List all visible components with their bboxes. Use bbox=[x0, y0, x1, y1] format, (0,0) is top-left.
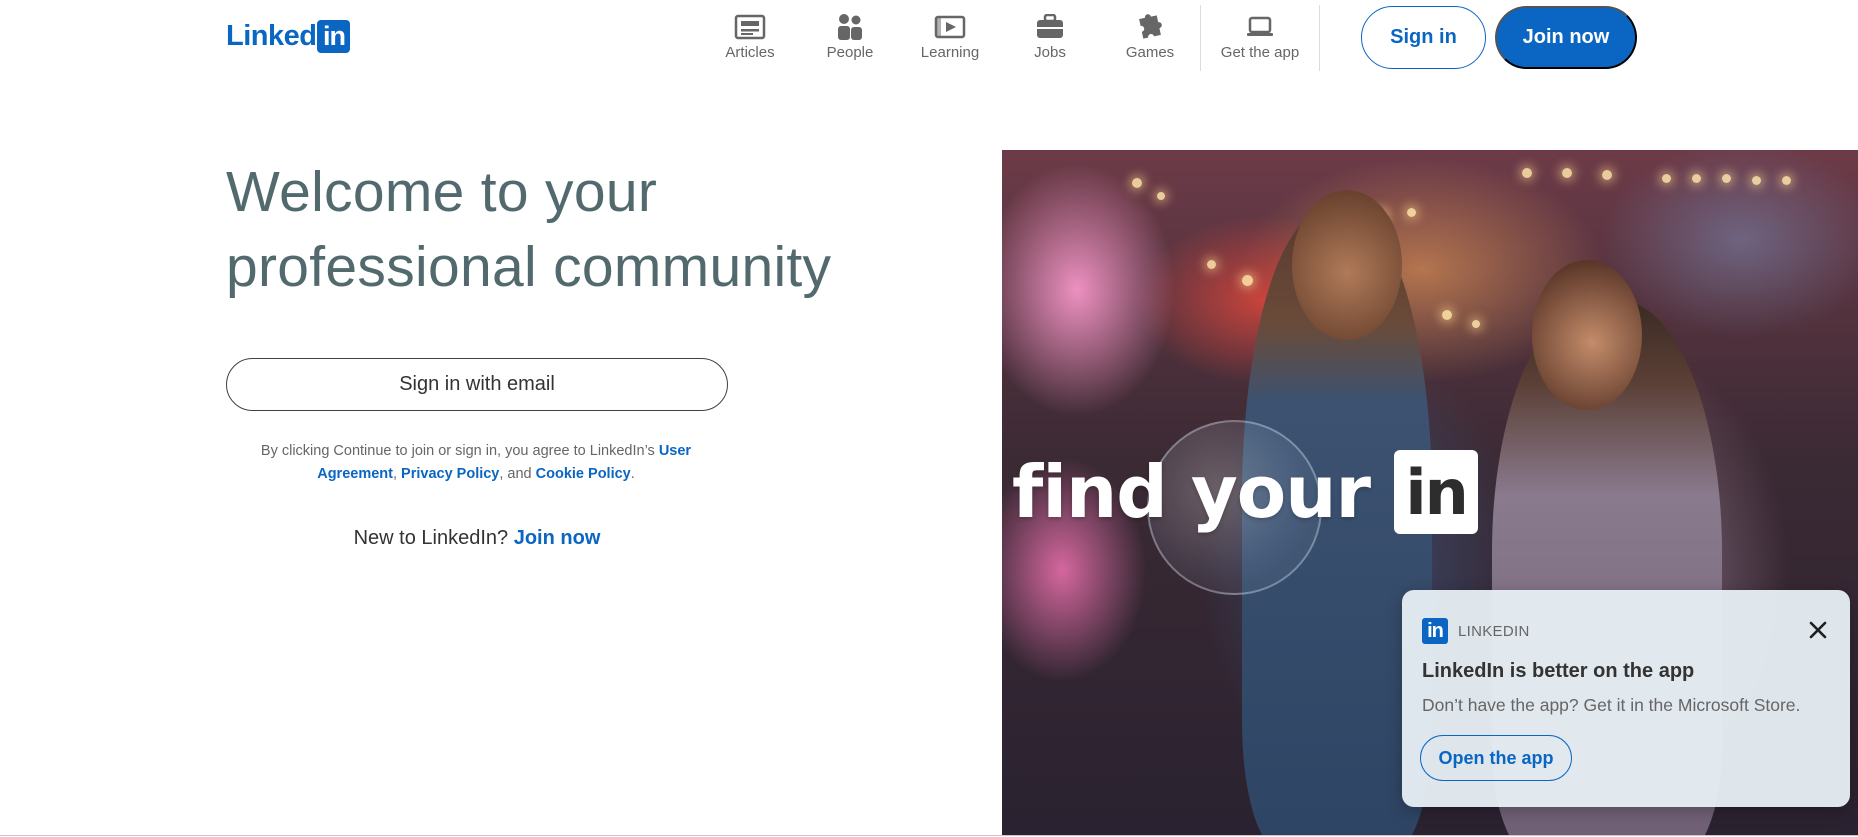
man-head bbox=[1292, 190, 1402, 340]
nav-jobs[interactable]: Jobs bbox=[1000, 0, 1100, 76]
nav-games[interactable]: Games bbox=[1100, 0, 1200, 76]
bokeh-light bbox=[1472, 320, 1480, 328]
main-nav: Articles People Learning Jobs Games Get … bbox=[700, 0, 1320, 76]
logo-wordmark: Linked bbox=[226, 20, 317, 52]
bokeh-light bbox=[1662, 174, 1671, 183]
sign-in-with-email-button[interactable]: Sign in with email bbox=[226, 358, 728, 411]
nav-get-the-app-label: Get the app bbox=[1220, 44, 1300, 61]
jobs-icon bbox=[1033, 13, 1067, 41]
laptop-icon bbox=[1243, 13, 1277, 41]
page-title: Welcome to your professional community bbox=[226, 155, 926, 305]
bokeh-light bbox=[1782, 176, 1791, 185]
bokeh-light bbox=[1207, 260, 1216, 269]
join-now-button[interactable]: Join now bbox=[1495, 6, 1637, 69]
app-promo-brand: LINKEDIN bbox=[1458, 622, 1530, 640]
bokeh-light bbox=[1157, 192, 1165, 200]
find-your-in-tagline: find your in bbox=[1012, 450, 1479, 534]
games-icon bbox=[1133, 13, 1167, 41]
legal-comma: , bbox=[392, 466, 402, 482]
bokeh-light bbox=[1407, 208, 1416, 217]
bokeh-light bbox=[1692, 174, 1701, 183]
privacy-policy-link[interactable]: Privacy Policy bbox=[401, 466, 499, 482]
nav-articles[interactable]: Articles bbox=[700, 0, 800, 76]
nav-get-the-app[interactable]: Get the app bbox=[1201, 0, 1319, 76]
sign-in-button[interactable]: Sign in bbox=[1361, 6, 1486, 69]
app-promo-header: in LINKEDIN bbox=[1422, 618, 1530, 644]
app-promo-subtitle: Don’t have the app? Get it in the Micros… bbox=[1422, 695, 1801, 715]
app-promo-card: in LINKEDIN LinkedIn is better on the ap… bbox=[1402, 590, 1850, 807]
bokeh-light bbox=[1242, 275, 1253, 286]
linkedin-app-logo: in bbox=[1422, 618, 1448, 644]
new-to-linkedin-text: New to LinkedIn? bbox=[353, 527, 514, 549]
nav-jobs-label: Jobs bbox=[1034, 44, 1066, 61]
people-icon bbox=[833, 13, 867, 41]
logo-in-box: in bbox=[317, 19, 351, 53]
nav-divider-right bbox=[1319, 5, 1320, 71]
open-the-app-button[interactable]: Open the app bbox=[1420, 735, 1572, 781]
learning-icon bbox=[933, 13, 967, 41]
new-to-linkedin: New to LinkedIn? Join now bbox=[226, 527, 728, 550]
bokeh-light bbox=[1602, 170, 1612, 180]
bokeh-light bbox=[1132, 178, 1142, 188]
bokeh-light bbox=[1442, 310, 1452, 320]
bokeh-light bbox=[1522, 168, 1532, 178]
bokeh-light bbox=[1722, 174, 1731, 183]
app-promo-title: LinkedIn is better on the app bbox=[1422, 660, 1695, 682]
nav-articles-label: Articles bbox=[725, 44, 775, 61]
bokeh-light bbox=[1562, 168, 1572, 178]
nav-games-label: Games bbox=[1125, 44, 1175, 61]
tagline-in-box: in bbox=[1394, 450, 1479, 534]
page-title-line-2: professional community bbox=[226, 235, 832, 299]
top-header: Linked in Articles People Learning Jobs … bbox=[0, 0, 1858, 76]
tagline-text: find your bbox=[1012, 450, 1371, 534]
woman-head bbox=[1532, 260, 1642, 410]
legal-and: , and bbox=[499, 466, 536, 482]
nav-learning[interactable]: Learning bbox=[900, 0, 1000, 76]
bokeh-light bbox=[1752, 176, 1761, 185]
bottom-divider bbox=[0, 835, 1858, 836]
articles-icon bbox=[733, 13, 767, 41]
cookie-policy-link[interactable]: Cookie Policy bbox=[536, 466, 631, 482]
nav-learning-label: Learning bbox=[920, 44, 980, 61]
legal-notice: By clicking Continue to join or sign in,… bbox=[240, 440, 712, 486]
join-now-link[interactable]: Join now bbox=[514, 527, 601, 549]
nav-people-label: People bbox=[826, 44, 874, 61]
legal-suffix: . bbox=[630, 466, 635, 482]
page-title-line-1: Welcome to your bbox=[226, 160, 658, 224]
close-icon[interactable] bbox=[1804, 616, 1832, 644]
legal-prefix: By clicking Continue to join or sign in,… bbox=[260, 443, 659, 459]
nav-people[interactable]: People bbox=[800, 0, 900, 76]
linkedin-logo[interactable]: Linked in bbox=[226, 19, 351, 53]
